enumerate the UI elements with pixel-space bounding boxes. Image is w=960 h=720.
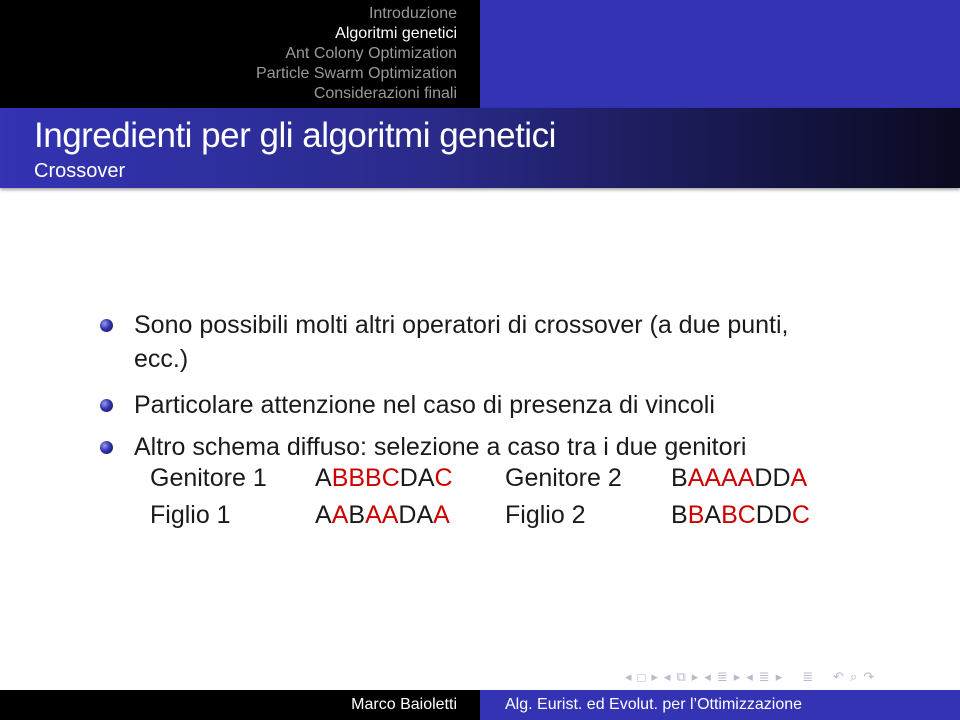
frame-title: Ingredienti per gli algoritmi genetici (34, 116, 556, 155)
undo-icon[interactable]: ↶ (833, 669, 844, 685)
next-frame-icon[interactable]: ▸ (651, 669, 658, 685)
gene-segment: DD (754, 464, 791, 492)
child-2-label: Figlio 2 (505, 501, 586, 529)
bullet-text: Particolare attenzione nel caso di prese… (134, 391, 715, 419)
headline-right-panel (480, 0, 960, 108)
section-link-introduzione[interactable]: Introduzione (369, 4, 457, 24)
gene-segment-highlighted: A (331, 501, 349, 529)
gene-segment-highlighted: BC (721, 501, 756, 529)
prev-part-icon[interactable]: ◂ (746, 669, 753, 685)
gene-segment: B (348, 501, 366, 529)
part-icon[interactable]: ≣ (759, 669, 770, 685)
gene-segment-highlighted: AAAA (687, 464, 755, 492)
gene-segment: A (315, 501, 332, 529)
prev-section-icon[interactable]: ◂ (704, 669, 711, 685)
search-icon[interactable]: ⌕ (850, 669, 857, 685)
parent-2-label: Genitore 2 (505, 464, 622, 492)
section-link-particle-swarm[interactable]: Particle Swarm Optimization (256, 64, 457, 84)
next-section-icon[interactable]: ▸ (734, 669, 741, 685)
bullet-icon (100, 441, 113, 454)
next-subsection-icon[interactable]: ▸ (692, 669, 699, 685)
parent-1-sequence: ABBBCDAC (315, 464, 453, 493)
gene-segment-highlighted: BBBC (331, 464, 400, 492)
gene-segment: A (704, 501, 722, 529)
gene-segment: B (671, 501, 688, 529)
bullet-text: Altro schema diffuso: selezione a caso t… (134, 433, 747, 461)
gene-segment-highlighted: C (434, 464, 453, 492)
gene-segment-highlighted: B (687, 501, 705, 529)
prev-subsection-icon[interactable]: ◂ (664, 669, 671, 685)
gene-segment: DA (399, 464, 435, 492)
headline-bar: Introduzione Algoritmi genetici Ant Colo… (0, 0, 960, 108)
gene-segment: B (671, 464, 688, 492)
align-icon[interactable]: ≣ (802, 669, 813, 685)
beamer-navigation-symbols: ◂ □ ▸ ◂ ⧉ ▸ ◂ ≣ ▸ ◂ ≣ ▸ ≣ ↶ ⌕ ↷ (625, 667, 874, 687)
footer-bar: Marco Baioletti Alg. Eurist. ed Evolut. … (0, 690, 960, 720)
bullet-text: Sono possibili molti altri operatori di … (134, 311, 789, 373)
frame-icon[interactable]: □ (638, 670, 646, 685)
frame-subtitle: Crossover (34, 160, 126, 182)
frame-title-bar: Ingredienti per gli algoritmi genetici C… (0, 108, 960, 188)
gene-segment: DD (755, 501, 792, 529)
parent-1-label: Genitore 1 (150, 464, 267, 492)
footer-course-title: Alg. Eurist. ed Evolut. per l’Ottimizzaz… (480, 690, 960, 720)
subsection-icon[interactable]: ⧉ (676, 669, 685, 685)
gene-segment-highlighted: A (433, 501, 450, 529)
prev-frame-icon[interactable]: ◂ (625, 669, 632, 685)
bullet-icon (100, 319, 113, 332)
footer-author: Marco Baioletti (0, 690, 480, 720)
example-row: Figlio 1 AABAADAA Figlio 2 BBABCDDC (0, 501, 960, 535)
gene-segment: DA (398, 501, 434, 529)
gene-segment-highlighted: A (790, 464, 808, 492)
bullet-icon (100, 399, 113, 412)
redo-icon[interactable]: ↷ (863, 669, 874, 685)
section-link-algoritmi-genetici[interactable]: Algoritmi genetici (335, 24, 457, 44)
gene-segment: A (315, 464, 332, 492)
section-link-ant-colony[interactable]: Ant Colony Optimization (285, 44, 457, 64)
next-part-icon[interactable]: ▸ (776, 669, 783, 685)
parent-2-sequence: BAAAADDA (671, 464, 807, 493)
child-1-sequence: AABAADAA (315, 501, 450, 530)
section-icon[interactable]: ≣ (717, 669, 728, 685)
gene-segment-highlighted: C (791, 501, 810, 529)
child-1-label: Figlio 1 (150, 501, 231, 529)
gene-segment-highlighted: AA (365, 501, 399, 529)
example-row: Genitore 1 ABBBCDAC Genitore 2 BAAAADDA (0, 464, 960, 498)
section-navigation: Introduzione Algoritmi genetici Ant Colo… (0, 0, 480, 108)
child-2-sequence: BBABCDDC (671, 501, 810, 530)
section-link-considerazioni[interactable]: Considerazioni finali (314, 84, 457, 104)
